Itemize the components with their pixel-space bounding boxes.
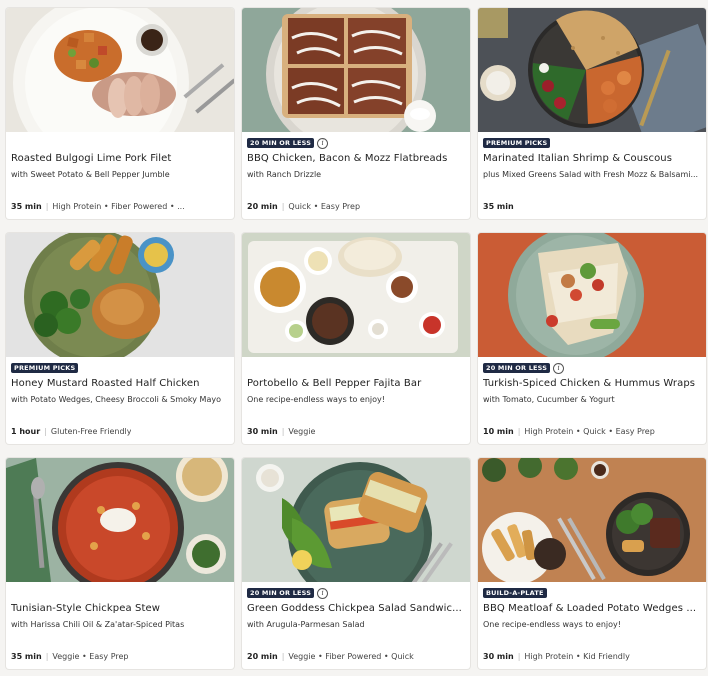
recipe-subtitle: with Arugula-Parmesan Salad: [247, 620, 365, 629]
recipe-subtitle: plus Mixed Greens Salad with Fresh Mozz …: [483, 170, 699, 179]
recipe-card[interactable]: Roasted Bulgogi Lime Pork Filet with Swe…: [6, 8, 234, 219]
recipe-badge: BUILD-A-PLATE: [483, 588, 547, 598]
meta-separator: |: [281, 202, 285, 211]
recipe-badge: 20 MIN OR LESS: [247, 588, 315, 598]
meta-separator: |: [281, 427, 285, 436]
recipe-title[interactable]: Tunisian-Style Chickpea Stew: [11, 603, 229, 614]
info-icon[interactable]: i: [553, 362, 565, 374]
recipe-meta: 35 min | High Protein • Fiber Powered • …: [11, 202, 229, 211]
recipe-image[interactable]: [6, 8, 234, 132]
recipe-tags: Veggie • Fiber Powered • Quick: [288, 652, 414, 661]
recipe-image[interactable]: [6, 233, 234, 357]
recipe-image[interactable]: [478, 458, 706, 582]
recipe-title[interactable]: Honey Mustard Roasted Half Chicken: [11, 378, 229, 389]
recipe-meta: 1 hour | Gluten-Free Friendly: [11, 427, 229, 436]
info-icon[interactable]: i: [317, 587, 329, 599]
recipe-title[interactable]: Portobello & Bell Pepper Fajita Bar: [247, 378, 465, 389]
cook-time: 1 hour: [11, 427, 41, 436]
recipe-image[interactable]: [478, 233, 706, 357]
recipe-image[interactable]: [242, 233, 470, 357]
recipe-subtitle: with Potato Wedges, Cheesy Broccoli & Sm…: [11, 395, 221, 404]
recipe-meta: 30 min | High Protein • Kid Friendly: [483, 652, 701, 661]
cook-time: 35 min: [483, 202, 514, 211]
recipe-title[interactable]: BBQ Meatloaf & Loaded Potato Wedges ...: [483, 603, 701, 614]
badge-row: PREMIUM PICKS: [11, 362, 79, 374]
recipe-meta: 20 min | Veggie • Fiber Powered • Quick: [247, 652, 465, 661]
recipe-title[interactable]: Green Goddess Chickpea Salad Sandwic...: [247, 603, 465, 614]
badge-row: 20 MIN OR LESS i: [247, 587, 329, 599]
badge-row: PREMIUM PICKS: [483, 137, 551, 149]
recipe-badge: PREMIUM PICKS: [483, 138, 551, 148]
meta-separator: |: [517, 427, 521, 436]
recipe-tags: Gluten-Free Friendly: [50, 427, 132, 436]
recipe-subtitle: with Harissa Chili Oil & Za'atar-Spiced …: [11, 620, 185, 629]
cook-time: 35 min: [11, 202, 42, 211]
recipe-tags: High Protein • Quick • Easy Prep: [524, 427, 655, 436]
badge-row: 20 MIN OR LESS i: [247, 137, 329, 149]
recipe-title[interactable]: Turkish-Spiced Chicken & Hummus Wraps: [483, 378, 701, 389]
recipe-meta: 30 min | Veggie: [247, 427, 465, 436]
recipe-grid: Roasted Bulgogi Lime Pork Filet with Swe…: [0, 0, 708, 676]
meta-separator: |: [45, 202, 49, 211]
recipe-card[interactable]: 20 MIN OR LESS i Turkish-Spiced Chicken …: [478, 233, 706, 444]
meta-separator: |: [517, 652, 521, 661]
recipe-meta: 20 min | Quick • Easy Prep: [247, 202, 465, 211]
recipe-title[interactable]: Marinated Italian Shrimp & Couscous: [483, 153, 701, 164]
badge-row: BUILD-A-PLATE: [483, 587, 547, 599]
recipe-image[interactable]: [242, 8, 470, 132]
cook-time: 35 min: [11, 652, 42, 661]
recipe-subtitle: with Ranch Drizzle: [247, 170, 322, 179]
meta-separator: |: [44, 427, 47, 436]
recipe-title[interactable]: Roasted Bulgogi Lime Pork Filet: [11, 153, 229, 164]
recipe-tags: Veggie • Easy Prep: [52, 652, 129, 661]
recipe-badge: 20 MIN OR LESS: [247, 138, 315, 148]
cook-time: 10 min: [483, 427, 514, 436]
recipe-meta: 10 min | High Protein • Quick • Easy Pre…: [483, 427, 701, 436]
recipe-badge: 20 MIN OR LESS: [483, 363, 551, 373]
badge-row: 20 MIN OR LESS i: [483, 362, 565, 374]
cook-time: 20 min: [247, 652, 278, 661]
recipe-subtitle: with Tomato, Cucumber & Yogurt: [483, 395, 615, 404]
recipe-card[interactable]: Portobello & Bell Pepper Fajita Bar One …: [242, 233, 470, 444]
recipe-card[interactable]: PREMIUM PICKS Marinated Italian Shrimp &…: [478, 8, 706, 219]
recipe-subtitle: One recipe-endless ways to enjoy!: [483, 620, 621, 629]
meta-separator: |: [281, 652, 285, 661]
recipe-tags: Veggie: [288, 427, 316, 436]
recipe-image[interactable]: [242, 458, 470, 582]
recipe-image[interactable]: [478, 8, 706, 132]
recipe-card[interactable]: PREMIUM PICKS Honey Mustard Roasted Half…: [6, 233, 234, 444]
cook-time: 30 min: [247, 427, 278, 436]
recipe-card[interactable]: 20 MIN OR LESS i Green Goddess Chickpea …: [242, 458, 470, 669]
recipe-tags: High Protein • Kid Friendly: [524, 652, 630, 661]
info-icon[interactable]: i: [317, 137, 329, 149]
recipe-meta: 35 min | Veggie • Easy Prep: [11, 652, 229, 661]
recipe-title[interactable]: BBQ Chicken, Bacon & Mozz Flatbreads: [247, 153, 465, 164]
cook-time: 30 min: [483, 652, 514, 661]
recipe-tags: High Protein • Fiber Powered • ...: [52, 202, 185, 211]
recipe-meta: 35 min: [483, 202, 701, 211]
recipe-subtitle: One recipe-endless ways to enjoy!: [247, 395, 385, 404]
recipe-card[interactable]: 20 MIN OR LESS i BBQ Chicken, Bacon & Mo…: [242, 8, 470, 219]
recipe-tags: Quick • Easy Prep: [288, 202, 361, 211]
cook-time: 20 min: [247, 202, 278, 211]
recipe-card[interactable]: Tunisian-Style Chickpea Stew with Hariss…: [6, 458, 234, 669]
meta-separator: |: [45, 652, 49, 661]
recipe-subtitle: with Sweet Potato & Bell Pepper Jumble: [11, 170, 170, 179]
recipe-badge: PREMIUM PICKS: [11, 363, 79, 373]
recipe-card[interactable]: BUILD-A-PLATE BBQ Meatloaf & Loaded Pota…: [478, 458, 706, 669]
recipe-image[interactable]: [6, 458, 234, 582]
